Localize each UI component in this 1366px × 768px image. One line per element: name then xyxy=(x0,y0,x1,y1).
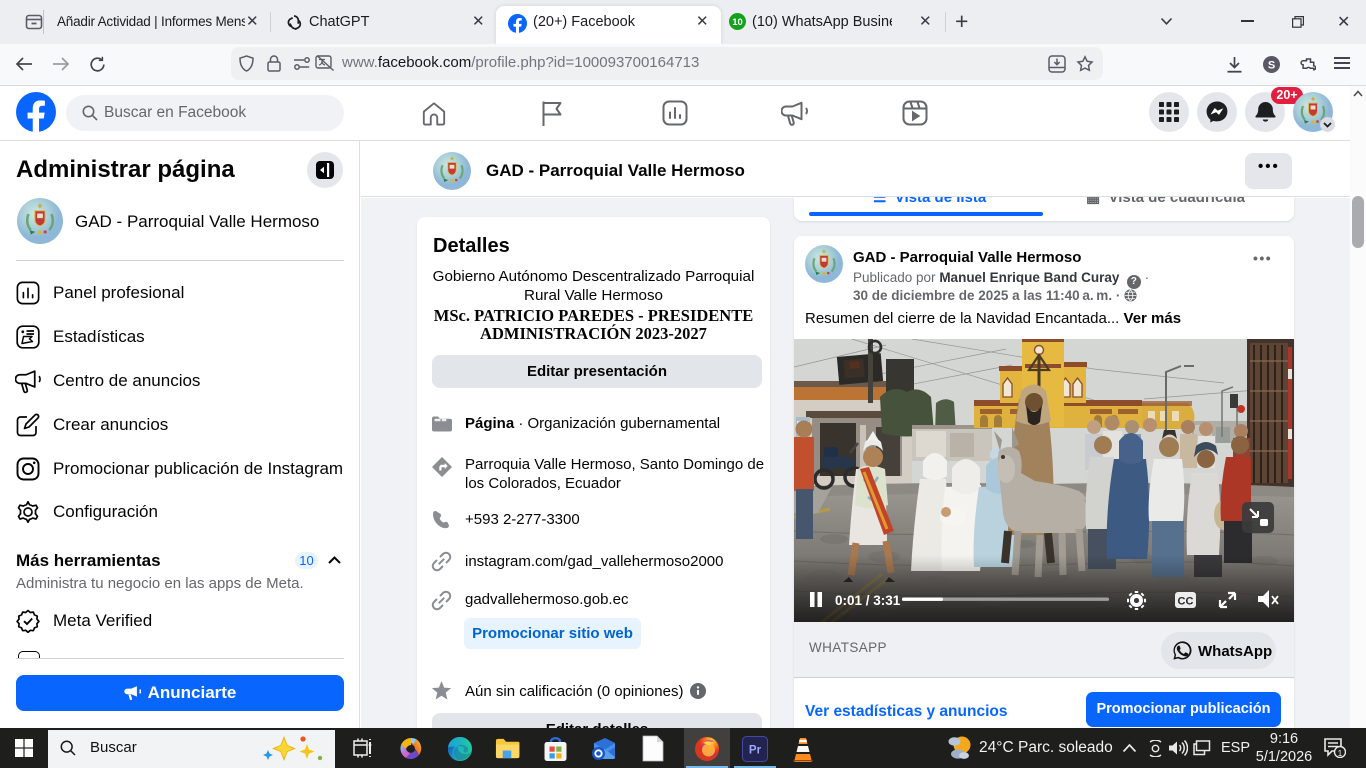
svg-text:CC: CC xyxy=(1178,596,1194,608)
svg-text:10: 10 xyxy=(732,17,743,28)
svg-text:S: S xyxy=(1268,59,1275,71)
svg-text:Pr: Pr xyxy=(749,745,762,757)
svg-text:1: 1 xyxy=(1338,748,1343,758)
